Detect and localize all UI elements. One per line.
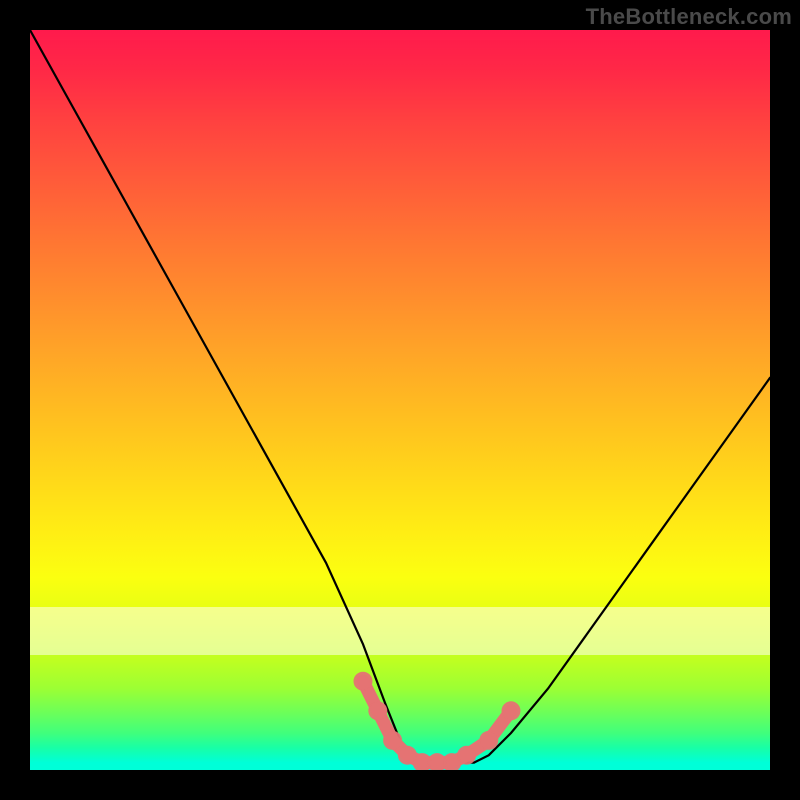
marker-dot <box>480 731 498 749</box>
marker-dot <box>502 702 520 720</box>
curve-svg <box>30 30 770 770</box>
plot-area <box>30 30 770 770</box>
optimal-zone-line <box>363 681 511 762</box>
marker-dot <box>354 672 372 690</box>
marker-dot <box>369 702 387 720</box>
marker-dot <box>384 731 402 749</box>
marker-dot <box>458 746 476 764</box>
watermark-text: TheBottleneck.com <box>586 4 792 30</box>
chart-frame: TheBottleneck.com <box>0 0 800 800</box>
bottleneck-curve <box>30 30 770 763</box>
